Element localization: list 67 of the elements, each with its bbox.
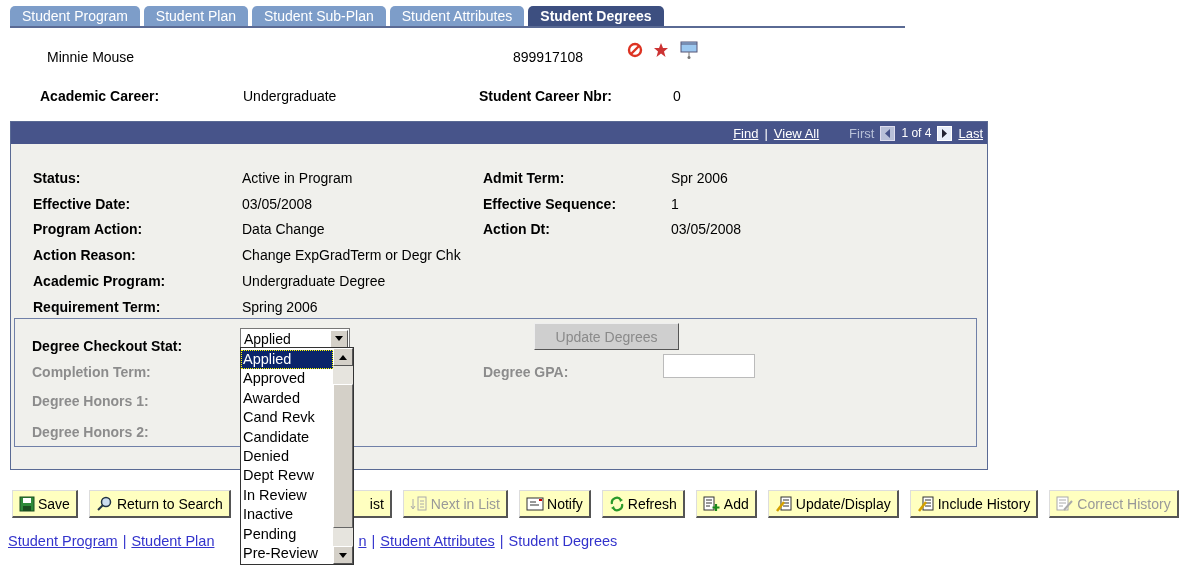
tab[interactable]: Student Degrees: [528, 6, 664, 26]
field-value: 03/05/2008: [671, 221, 742, 238]
field-label: Requirement Term:: [33, 298, 162, 315]
toolbar-button[interactable]: Update/Display: [767, 490, 899, 518]
field-label: Completion Term:: [32, 364, 152, 381]
list-icon: [409, 495, 428, 512]
field-value: Undergraduate: [243, 88, 338, 104]
field-label: Degree Checkout Stat:: [32, 337, 184, 354]
toolbar-button[interactable]: Add: [695, 490, 757, 518]
view-all-link[interactable]: View All: [773, 125, 820, 141]
star-icon: [653, 42, 670, 58]
field-value: Spr 2006: [671, 169, 728, 186]
toolbar-button[interactable]: Refresh: [601, 490, 685, 518]
field-value: Spring 2006: [242, 298, 319, 315]
save-icon: [19, 495, 35, 512]
field-label: Effective Sequence:: [483, 195, 618, 212]
edit-icon: [774, 495, 793, 512]
field-value: Change ExpGradTerm or Degr Chk: [242, 247, 462, 264]
page-link[interactable]: Student Attributes: [380, 533, 495, 549]
refresh-icon: [608, 495, 625, 512]
field-label: Degree Honors 2:: [32, 424, 149, 441]
field-label: Academic Program:: [33, 273, 167, 290]
field-label: Degree GPA:: [483, 364, 570, 381]
separator: |: [764, 125, 768, 141]
notify-icon: [526, 496, 544, 511]
field-label: Action Reason:: [33, 247, 137, 264]
student-name: Minnie Mouse: [46, 49, 136, 65]
separator: |: [499, 533, 504, 549]
field-label: Admit Term:: [483, 169, 566, 186]
page-link[interactable]: Student Program: [8, 533, 118, 549]
separator: |: [122, 533, 127, 549]
field-label: Academic Career:: [40, 88, 161, 104]
toolbar-button[interactable]: Include History: [909, 490, 1039, 518]
field-label: Action Dt:: [483, 221, 551, 238]
next-icon[interactable]: [937, 125, 953, 141]
student-id: 899917108: [513, 49, 584, 65]
separator: |: [371, 533, 376, 549]
add-icon: [702, 495, 721, 512]
caret-icon: [335, 336, 343, 342]
field-value: Active in Program: [242, 169, 354, 186]
field-label: Status:: [33, 169, 82, 186]
page-position: 1 of 4: [901, 126, 932, 140]
first-label: First: [849, 125, 875, 141]
previous-icon[interactable]: [880, 125, 896, 141]
search-icon: [95, 495, 114, 512]
toolbar-button[interactable]: Save: [12, 490, 78, 518]
find-link[interactable]: Find: [733, 125, 759, 141]
field-value: 1: [671, 195, 679, 212]
toolbar-button[interactable]: Notify: [519, 490, 591, 518]
field-value: Data Change: [242, 221, 326, 238]
edit-icon: [1056, 495, 1075, 512]
field-value: 0: [673, 88, 681, 104]
up-arrow-icon: [339, 354, 347, 360]
field-label: Program Action:: [33, 221, 144, 238]
page-link[interactable]: Student Plan: [131, 533, 215, 549]
field-label: Effective Date:: [33, 195, 132, 212]
field-value: 03/05/2008: [242, 195, 314, 212]
field-label: Degree Honors 1:: [32, 393, 149, 410]
edit-icon: [916, 495, 935, 512]
page-link[interactable]: Student Degrees: [508, 533, 618, 549]
field-label: Student Career Nbr:: [479, 88, 614, 104]
toolbar-button[interactable]: Return to Search: [88, 490, 231, 518]
last-link[interactable]: Last: [958, 125, 983, 141]
down-arrow-icon: [339, 552, 347, 558]
field-value: Undergraduate Degree: [242, 273, 387, 290]
prohibited-icon: [627, 42, 644, 58]
presentation-icon: [679, 40, 700, 60]
